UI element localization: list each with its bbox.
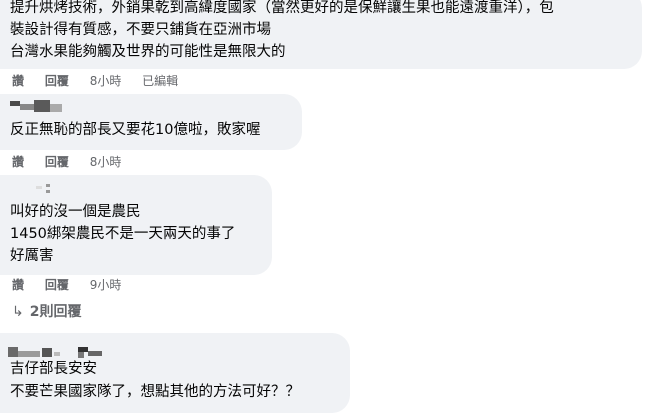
comment-bubble: 反正無恥的部長又要花10億啦，敗家喔 xyxy=(0,94,302,150)
redacted-author-name xyxy=(10,181,70,195)
comment-text-line: 吉仔部長安安 xyxy=(10,361,97,377)
comment-actions: 讚 回覆 9小時 xyxy=(12,276,138,293)
comment-text-line: 台灣水果能夠觸及世界的可能性是無限大的 xyxy=(10,44,286,60)
comment-bubble: 提升烘烤技術，外銷果乾到高緯度國家（當然更好的是保鮮讓生果也能遠渡重洋），包 裝… xyxy=(0,0,642,69)
view-replies-label: 2則回覆 xyxy=(29,304,82,320)
comment-text-line: 叫好的沒一個是農民 xyxy=(10,204,141,220)
comment-text-line: 裝設計得有質感，不要只鋪貨在亞洲市場 xyxy=(10,22,271,38)
like-button[interactable]: 讚 xyxy=(12,278,24,292)
reply-arrow-icon: ↳ xyxy=(12,304,24,320)
reply-button[interactable]: 回覆 xyxy=(45,278,69,292)
timestamp[interactable]: 8小時 xyxy=(90,74,122,88)
comment-actions: 讚 回覆 8小時 已編輯 xyxy=(12,72,195,89)
comment-text-line: 不要芒果國家隊了，想點其他的方法可好？？ xyxy=(10,384,300,400)
comment-text-line: 好厲害 xyxy=(10,248,54,264)
timestamp[interactable]: 9小時 xyxy=(90,278,122,292)
reply-button[interactable]: 回覆 xyxy=(45,155,69,169)
comment-bubble: 叫好的沒一個是農民 1450綁架農民不是一天兩天的事了 好厲害 xyxy=(0,175,272,275)
view-replies-link[interactable]: ↳ 2則回覆 xyxy=(12,301,81,321)
comment-bubble: 吉仔部長安安 不要芒果國家隊了，想點其他的方法可好？？ xyxy=(0,333,350,413)
like-button[interactable]: 讚 xyxy=(12,74,24,88)
timestamp[interactable]: 8小時 xyxy=(90,155,122,169)
reply-button[interactable]: 回覆 xyxy=(45,74,69,88)
comment-text-line: 1450綁架農民不是一天兩天的事了 xyxy=(10,226,236,242)
comment-text: 反正無恥的部長又要花10億啦，敗家喔 xyxy=(10,122,261,138)
redacted-author-name xyxy=(8,345,118,361)
edited-label: 已編輯 xyxy=(142,74,179,88)
redacted-author-name xyxy=(10,98,70,114)
comment-text-line: 提升烘烤技術，外銷果乾到高緯度國家（當然更好的是保鮮讓生果也能遠渡重洋），包 xyxy=(10,0,554,16)
like-button[interactable]: 讚 xyxy=(12,155,24,169)
comment-actions: 讚 回覆 8小時 xyxy=(12,153,138,170)
